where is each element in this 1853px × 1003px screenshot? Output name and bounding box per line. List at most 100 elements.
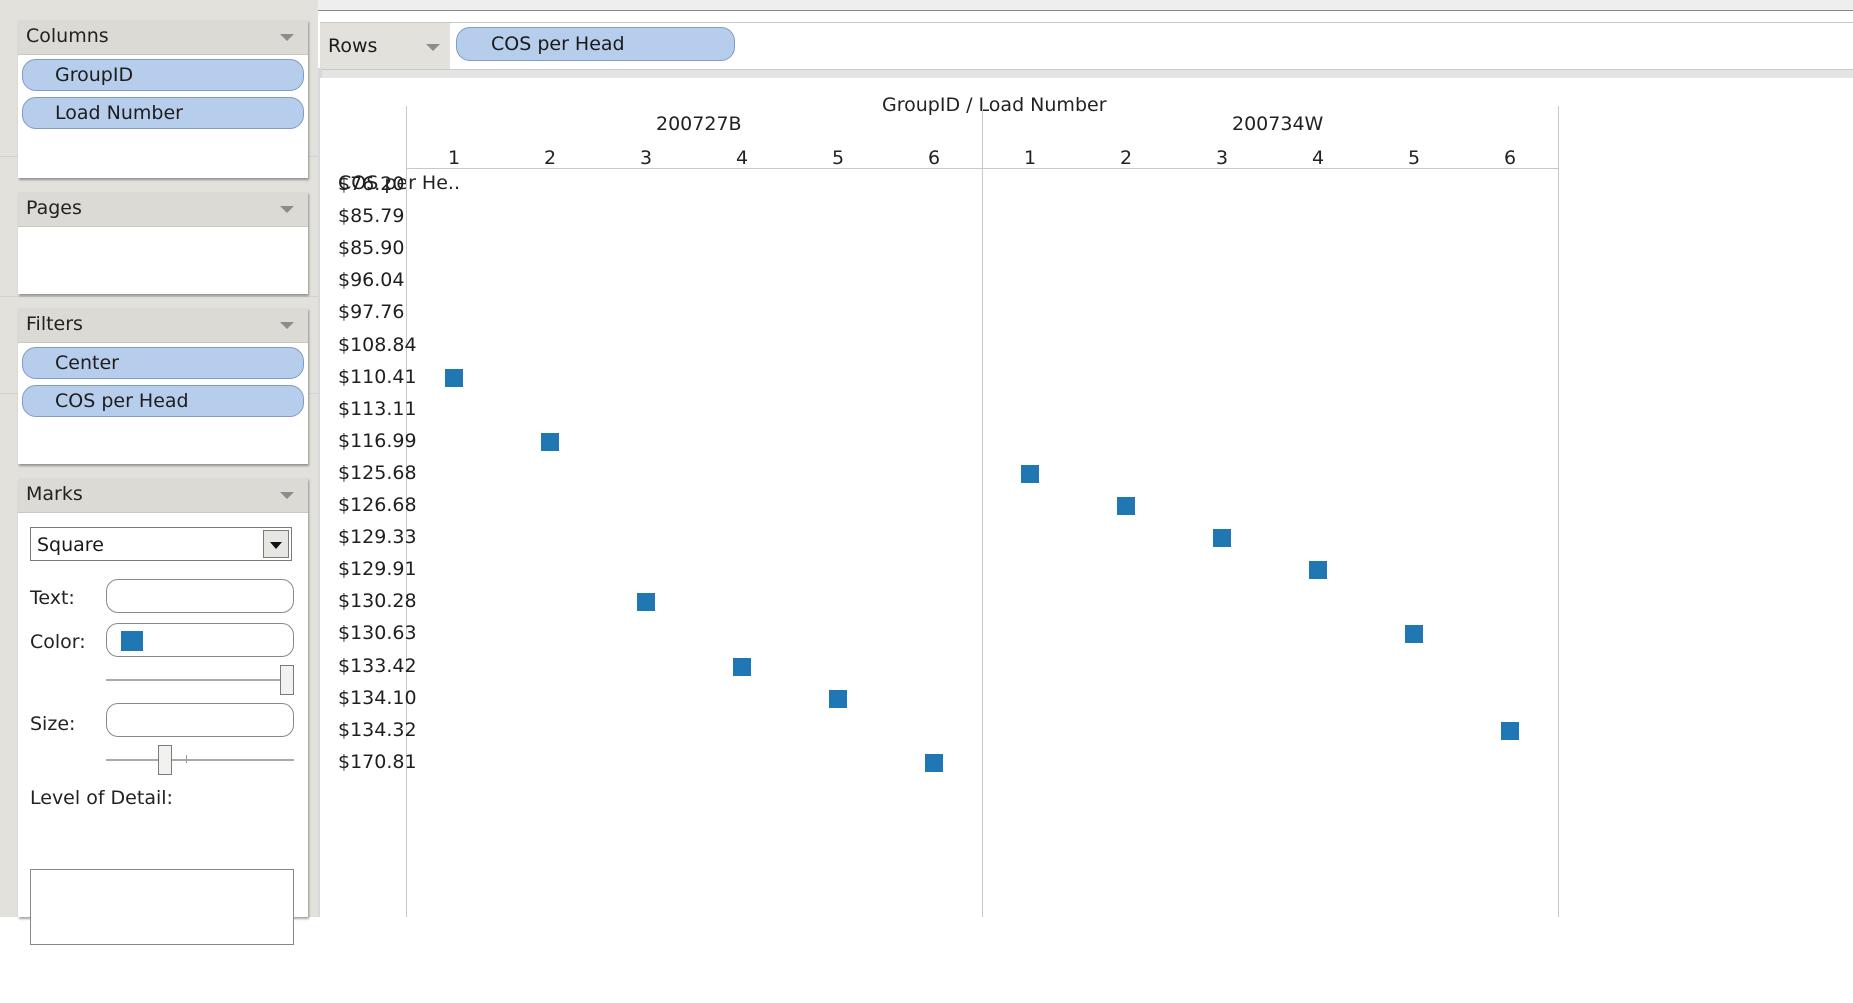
- rows-shelf[interactable]: Rows COS per Head: [320, 22, 1853, 70]
- filters-header: Filters: [18, 308, 308, 343]
- load-number-header: 2: [1120, 147, 1133, 169]
- mark-type-select[interactable]: Square: [30, 527, 292, 561]
- rows-pill-cos-per-head[interactable]: COS per Head: [456, 27, 735, 61]
- marks-body: Square Text: Color: Size: Level of Detai…: [18, 513, 308, 1003]
- load-number-header: 4: [736, 147, 749, 169]
- row-label: $125.68: [338, 461, 417, 484]
- color-label: Color:: [30, 631, 86, 653]
- size-shelf[interactable]: [106, 703, 294, 737]
- pages-shelf[interactable]: Pages: [18, 192, 308, 294]
- load-number-header: 4: [1312, 147, 1325, 169]
- row-label: $110.41: [338, 365, 417, 388]
- size-label: Size:: [30, 713, 76, 735]
- pill-label: COS per Head: [491, 33, 625, 55]
- load-number-header: 5: [1408, 147, 1421, 169]
- row-label: $126.68: [338, 494, 417, 516]
- filters-pill-center[interactable]: Center: [22, 347, 304, 379]
- columns-title: Columns: [26, 25, 109, 47]
- data-mark[interactable]: [1117, 497, 1135, 516]
- load-number-header: 6: [1504, 147, 1517, 169]
- mark-type-value: Square: [37, 534, 104, 556]
- row-label: $96.04: [338, 269, 405, 292]
- level-of-detail-label: Level of Detail:: [30, 787, 173, 809]
- pages-title: Pages: [26, 197, 82, 219]
- row-label: $134.10: [338, 686, 417, 709]
- marks-card: Marks Square Text: Color: Size: Level of…: [18, 478, 308, 945]
- data-mark[interactable]: [925, 753, 943, 772]
- opacity-slider-thumb[interactable]: [280, 665, 294, 695]
- pill-label: Load Number: [55, 102, 183, 124]
- marks-title: Marks: [26, 483, 83, 505]
- group-header: 200727B: [656, 113, 742, 135]
- shelf-separator: [320, 70, 1853, 78]
- row-label: $116.99: [338, 429, 417, 452]
- row-label: $85.90: [338, 237, 405, 260]
- marks-menu-arrow-icon[interactable]: [280, 492, 294, 499]
- row-label: $129.91: [338, 558, 417, 581]
- chevron-down-icon[interactable]: [263, 530, 289, 558]
- columns-pill-load-number[interactable]: Load Number: [22, 97, 304, 129]
- row-label: $113.11: [338, 397, 417, 420]
- column-header-title: GroupID / Load Number: [882, 94, 1107, 116]
- data-mark[interactable]: [1021, 464, 1039, 483]
- pane-divider: [1558, 106, 1559, 917]
- data-mark[interactable]: [1309, 561, 1327, 580]
- pane-divider: [982, 106, 983, 917]
- row-label: $134.32: [338, 718, 417, 741]
- rows-shelf-label-area: Rows: [320, 23, 450, 69]
- columns-menu-arrow-icon[interactable]: [280, 34, 294, 41]
- divider: [0, 296, 318, 297]
- row-label: $170.81: [338, 750, 417, 773]
- filters-title: Filters: [26, 313, 83, 335]
- load-number-header: 2: [544, 147, 557, 169]
- data-mark[interactable]: [445, 368, 463, 387]
- data-mark[interactable]: [1213, 529, 1231, 548]
- color-swatch: [121, 631, 143, 651]
- row-label: $130.63: [338, 622, 417, 645]
- columns-header: Columns: [18, 20, 308, 55]
- shelves-sidebar: Columns GroupID Load Number Pages Filter…: [0, 0, 318, 945]
- data-mark[interactable]: [541, 432, 559, 451]
- top-strip: [318, 0, 1853, 11]
- size-slider-thumb[interactable]: [158, 745, 173, 775]
- marks-header: Marks: [18, 478, 308, 513]
- text-label: Text:: [30, 587, 75, 609]
- rows-label: Rows: [328, 35, 378, 57]
- pages-menu-arrow-icon[interactable]: [280, 206, 294, 213]
- load-number-header: 3: [1216, 147, 1229, 169]
- opacity-slider-track[interactable]: [106, 679, 294, 681]
- columns-shelf: Columns GroupID Load Number: [18, 20, 308, 178]
- level-of-detail-shelf[interactable]: [30, 869, 294, 945]
- rows-menu-arrow-icon[interactable]: [426, 44, 440, 51]
- slider-tick: [186, 755, 187, 763]
- load-number-header: 3: [640, 147, 653, 169]
- crosstab-view: GroupID / Load Number COS per He.. 20072…: [320, 78, 1853, 917]
- pill-label: Center: [55, 352, 119, 374]
- filters-pill-cos-per-head[interactable]: COS per Head: [22, 385, 304, 417]
- data-mark[interactable]: [829, 689, 847, 708]
- row-label: $129.33: [338, 526, 417, 549]
- row-label: $130.28: [338, 590, 417, 613]
- load-number-header: 6: [928, 147, 941, 169]
- data-mark[interactable]: [1501, 721, 1519, 740]
- color-shelf[interactable]: [106, 623, 294, 657]
- data-mark[interactable]: [733, 657, 751, 676]
- data-mark[interactable]: [1405, 625, 1423, 644]
- row-label: $97.76: [338, 301, 405, 324]
- load-number-header: 5: [832, 147, 845, 169]
- filters-menu-arrow-icon[interactable]: [280, 322, 294, 329]
- pill-label: GroupID: [55, 64, 134, 86]
- filters-shelf: Filters Center COS per Head: [18, 308, 308, 464]
- group-header: 200734W: [1232, 113, 1324, 135]
- data-mark[interactable]: [637, 593, 655, 612]
- load-number-header: 1: [1024, 147, 1037, 169]
- row-label: $108.84: [338, 333, 417, 356]
- columns-pill-groupid[interactable]: GroupID: [22, 59, 304, 91]
- size-slider-track[interactable]: [106, 759, 294, 761]
- row-label: $85.79: [338, 205, 405, 228]
- pill-label: COS per Head: [55, 390, 189, 412]
- row-label: $76.20: [338, 173, 405, 195]
- text-shelf[interactable]: [106, 579, 294, 613]
- load-number-header: 1: [448, 147, 461, 169]
- pages-header: Pages: [18, 192, 308, 227]
